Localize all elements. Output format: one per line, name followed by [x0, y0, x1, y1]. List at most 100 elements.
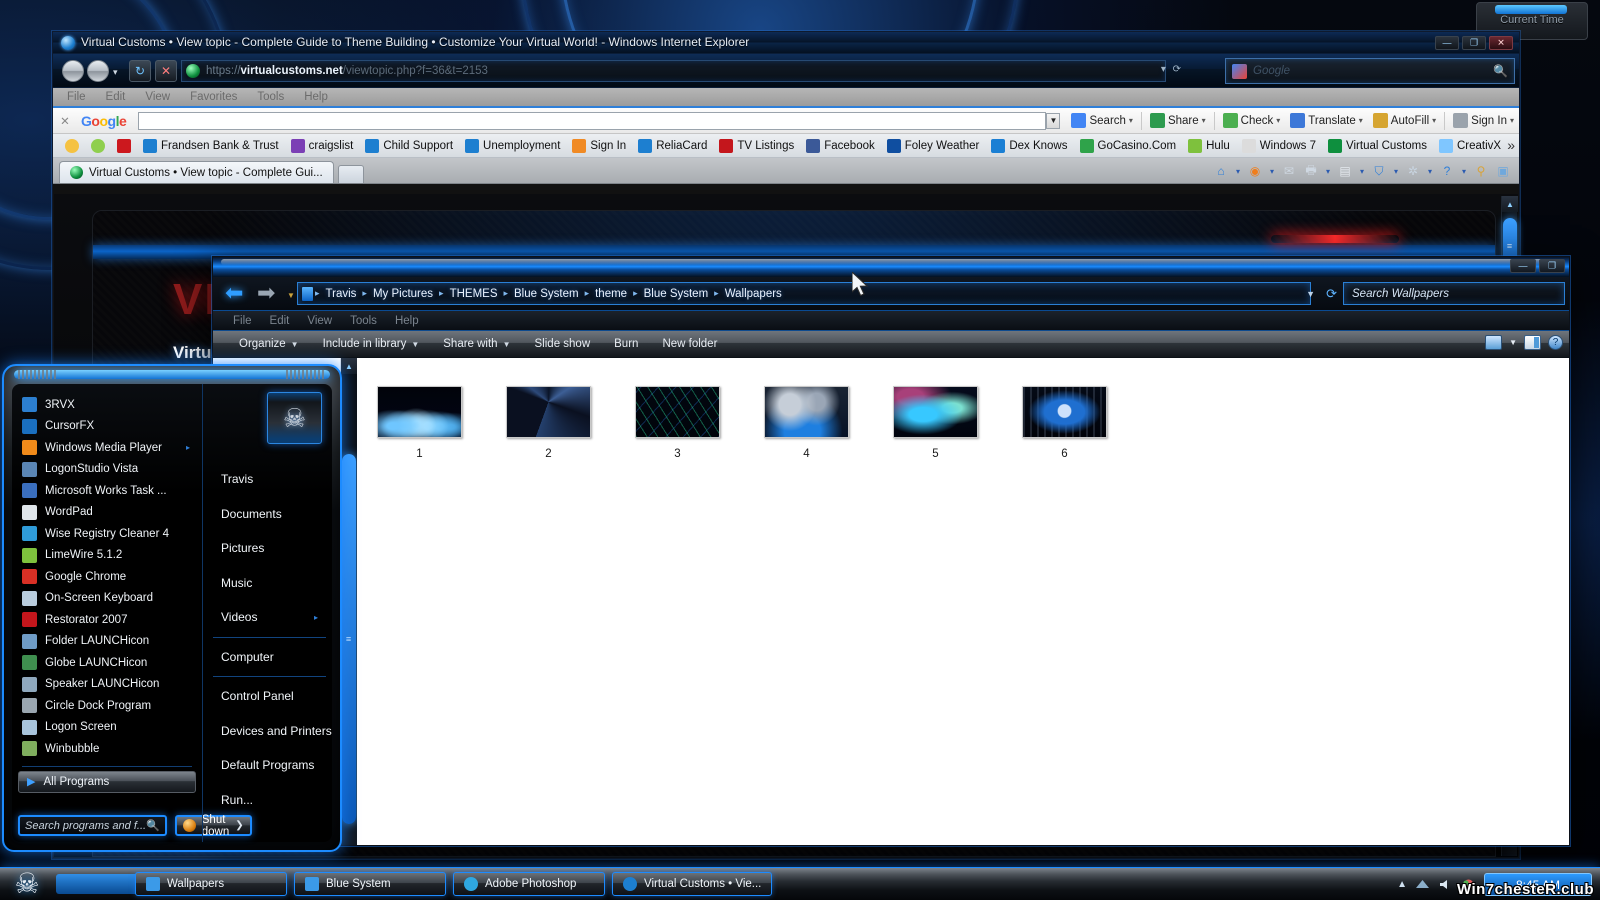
start-program-circle-dock-program[interactable]: Circle Dock Program: [12, 695, 202, 717]
breadcrumb-item-blue-system[interactable]: Blue System: [508, 288, 585, 300]
chevron-down-icon[interactable]: ▾: [1432, 116, 1436, 125]
google-toolbar-translate-button[interactable]: Translate ▾: [1285, 113, 1368, 128]
ie-minimize-button[interactable]: —: [1435, 36, 1459, 50]
explorer-menu-bar[interactable]: File Edit View Tools Help: [213, 311, 1569, 331]
scrollbar-thumb[interactable]: ≡: [342, 454, 356, 824]
windows-explorer-window[interactable]: — ❐ ⬅ ➡ ▼ ▸ Travis ▸ My Pictures ▸ THEMES ▸ Blu…: [212, 256, 1570, 846]
breadcrumb-item-theme[interactable]: theme: [589, 288, 633, 300]
safety-shield-icon[interactable]: ⛉: [1369, 162, 1389, 180]
favorite-creativx[interactable]: CreativX: [1433, 138, 1507, 153]
favorite-windows-7[interactable]: Windows 7: [1236, 138, 1322, 153]
start-program-microsoft-works-task[interactable]: Microsoft Works Task ...: [12, 480, 202, 502]
breadcrumb-item-wallpapers[interactable]: Wallpapers: [719, 288, 788, 300]
favorite-frandsen-bank-trust[interactable]: Frandsen Bank & Trust: [137, 138, 285, 153]
ie-menu-item-help[interactable]: Help: [304, 91, 328, 103]
help-icon[interactable]: ?: [1437, 162, 1457, 180]
ie-window-controls[interactable]: — ❐ ✕: [1435, 36, 1513, 50]
back-button[interactable]: [62, 60, 84, 82]
explorer-burn-button[interactable]: Burn: [602, 338, 650, 350]
research-icon[interactable]: ⚲: [1471, 162, 1491, 180]
start-place-computer[interactable]: Computer: [203, 640, 332, 675]
browser-search-box[interactable]: Google 🔍: [1225, 58, 1515, 84]
explorer-menu-item-help[interactable]: Help: [395, 315, 419, 327]
favorite-dex-knows[interactable]: Dex Knows: [985, 138, 1073, 153]
print-icon[interactable]: 🖶: [1301, 162, 1321, 180]
start-program-globe-launchicon[interactable]: Globe LAUNCHicon: [12, 652, 202, 674]
chevron-down-icon[interactable]: ▾: [1357, 167, 1367, 176]
stop-button[interactable]: ✕: [155, 60, 177, 82]
explorer-menu-item-view[interactable]: View: [307, 315, 332, 327]
address-dropdown-icon[interactable]: ▾ ⟳: [1161, 64, 1183, 75]
chevron-down-icon[interactable]: ▾: [1202, 116, 1206, 125]
action-center-icon[interactable]: [1461, 877, 1476, 892]
taskbar[interactable]: ☠ Wallpapers Blue System Adobe Photoshop Vi…: [0, 867, 1600, 900]
file-item[interactable]: 5: [893, 386, 978, 460]
ie-menu-bar[interactable]: File Edit View Favorites Tools Help: [53, 88, 1519, 108]
breadcrumb-item-blue-system[interactable]: Blue System: [638, 288, 715, 300]
chevron-down-icon[interactable]: ▾: [1129, 116, 1133, 125]
google-toolbar-search-button[interactable]: Search ▾: [1066, 113, 1137, 128]
google-toolbar-share-button[interactable]: Share ▾: [1145, 113, 1211, 128]
tray-overflow-icon[interactable]: ▲: [1397, 879, 1407, 890]
snagit-icon[interactable]: ▣: [1493, 162, 1513, 180]
chevron-down-icon[interactable]: ▾: [1233, 167, 1243, 176]
start-program-cursorfx[interactable]: CursorFX: [12, 416, 202, 438]
start-place-videos[interactable]: Videos ▸: [203, 600, 332, 635]
favorite-facebook[interactable]: Facebook: [800, 138, 881, 153]
scroll-up-icon[interactable]: ▲: [341, 358, 357, 374]
start-place-devices-and-printers[interactable]: Devices and Printers: [203, 714, 332, 749]
start-place-control-panel[interactable]: Control Panel: [203, 679, 332, 714]
start-place-pictures[interactable]: Pictures: [203, 531, 332, 566]
explorer-menu-item-edit[interactable]: Edit: [270, 315, 290, 327]
ie-menu-item-favorites[interactable]: Favorites: [190, 91, 237, 103]
taskbar-button-blue-system[interactable]: Blue System: [294, 872, 446, 896]
forward-button[interactable]: [87, 60, 109, 82]
taskbar-button-adobe-photoshop[interactable]: Adobe Photoshop: [453, 872, 605, 896]
ie-close-button[interactable]: ✕: [1489, 36, 1513, 50]
favorite-youtube-icon[interactable]: [111, 138, 137, 153]
favorite-tv-listings[interactable]: TV Listings: [713, 138, 800, 153]
favorite-hulu[interactable]: Hulu: [1182, 138, 1236, 153]
google-toolbar-autofill-button[interactable]: AutoFill ▾: [1368, 113, 1441, 128]
search-magnifier-icon[interactable]: 🔍: [146, 819, 160, 832]
address-bar[interactable]: https:// virtualcustoms.net /viewtopic.p…: [181, 60, 1166, 82]
favorites-overflow-icon[interactable]: »: [1507, 137, 1515, 153]
explorer-share-with-button[interactable]: Share with ▼: [431, 338, 522, 350]
favorite-sign-in[interactable]: Sign In: [566, 138, 632, 153]
ie-menu-item-tools[interactable]: Tools: [257, 91, 284, 103]
all-programs-button[interactable]: ▶ All Programs: [18, 770, 196, 793]
new-tab-button[interactable]: [337, 165, 364, 183]
favorite-craigslist[interactable]: craigslist: [285, 138, 360, 153]
start-program-wordpad[interactable]: WordPad: [12, 502, 202, 524]
chevron-down-icon[interactable]: ▾: [1391, 167, 1401, 176]
chevron-down-icon[interactable]: ▼: [411, 340, 419, 349]
start-program-logonstudio-vista[interactable]: LogonStudio Vista: [12, 459, 202, 481]
volume-icon[interactable]: [1438, 877, 1453, 892]
start-program-logon-screen[interactable]: Logon Screen: [12, 717, 202, 739]
start-menu[interactable]: 3RVX CursorFX Windows Media Player ▸ LogonSt…: [2, 364, 342, 852]
explorer-new-folder-button[interactable]: New folder: [650, 338, 729, 350]
start-program-winbubble[interactable]: Winbubble: [12, 738, 202, 760]
explorer-view-controls[interactable]: ▼ ?: [1485, 335, 1563, 350]
file-thumbnail[interactable]: [506, 386, 591, 438]
explorer-minimize-button[interactable]: —: [1510, 259, 1536, 273]
taskbar-clock[interactable]: 8:45 AM: [1484, 873, 1592, 896]
chevron-down-icon[interactable]: ▾: [1323, 167, 1333, 176]
breadcrumb-dropdown-icon[interactable]: ▼: [1306, 289, 1315, 299]
submenu-arrow-icon[interactable]: ▸: [186, 443, 190, 452]
favorite-gocasino-com[interactable]: GoCasino.Com: [1074, 138, 1183, 153]
favorite-foley-weather[interactable]: Foley Weather: [881, 138, 986, 153]
explorer-history-chevron-icon[interactable]: ▼: [287, 291, 295, 300]
file-thumbnail[interactable]: [377, 386, 462, 438]
rss-feeds-icon[interactable]: ◉: [1245, 162, 1265, 180]
change-view-caret-icon[interactable]: ▼: [1509, 338, 1517, 347]
start-place-music[interactable]: Music: [203, 566, 332, 601]
start-program-windows-media-player[interactable]: Windows Media Player ▸: [12, 437, 202, 459]
start-place-default-programs[interactable]: Default Programs: [203, 748, 332, 783]
page-icon[interactable]: ▤: [1335, 162, 1355, 180]
explorer-menu-item-tools[interactable]: Tools: [350, 315, 377, 327]
ie-title-bar[interactable]: Virtual Customs • View topic - Complete …: [53, 32, 1519, 54]
start-menu-places-list[interactable]: ☠ Travis Documents Pictures Music Videos ▸ Com…: [202, 384, 332, 842]
recent-pages-chevron-icon[interactable]: ▾: [113, 67, 118, 78]
ie-menu-item-edit[interactable]: Edit: [106, 91, 126, 103]
